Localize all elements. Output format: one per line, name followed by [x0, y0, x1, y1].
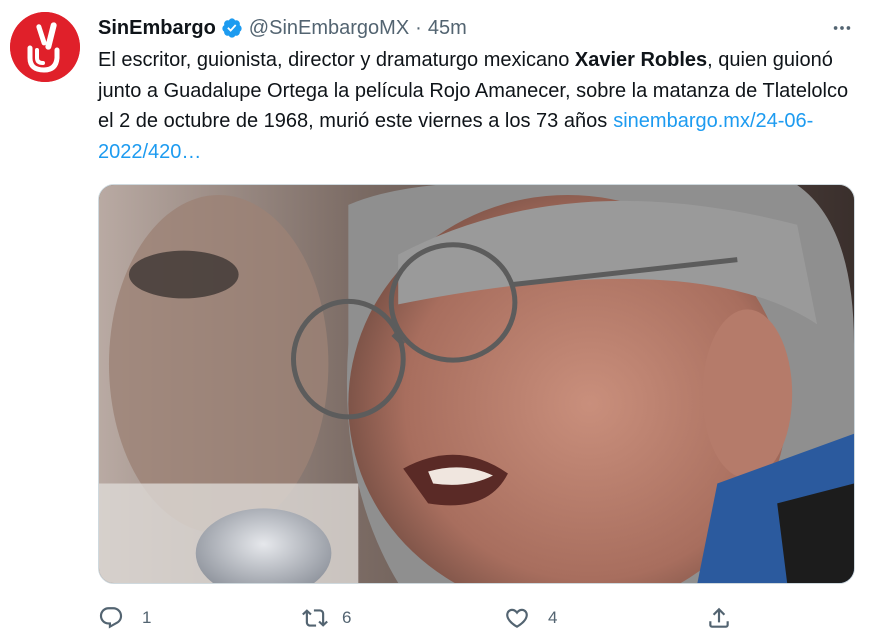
tweet[interactable]: SinEmbargo @SinEmbargoMX · 45m El escrit…: [0, 0, 882, 643]
retweet-icon: [302, 605, 328, 631]
separator-dot: ·: [415, 17, 422, 39]
reply-count: 1: [142, 608, 152, 627]
tweet-header: SinEmbargo @SinEmbargoMX · 45m: [98, 14, 858, 42]
tweet-text-bold-name: Xavier Robles: [574, 49, 708, 71]
timestamp[interactable]: 45m: [428, 16, 467, 40]
retweet-button[interactable]: 6: [302, 600, 351, 636]
like-count: 4: [548, 608, 558, 627]
verified-badge-icon: [221, 17, 243, 39]
heart-icon: [504, 605, 530, 631]
tweet-text-start: El escritor, guionista, director y drama…: [98, 49, 575, 71]
tweet-photo[interactable]: [98, 184, 855, 584]
reply-button[interactable]: 1: [98, 600, 151, 636]
more-dots-icon[interactable]: [826, 14, 858, 42]
sinembargo-logo-icon: [10, 12, 80, 82]
reply-icon: [98, 605, 124, 631]
tweet-text: El escritor, guionista, director y drama…: [98, 45, 868, 167]
like-button[interactable]: 4: [504, 600, 557, 636]
retweet-count: 6: [342, 608, 352, 627]
share-icon: [706, 605, 732, 631]
share-button[interactable]: [706, 600, 732, 636]
avatar[interactable]: [10, 12, 80, 82]
display-name[interactable]: SinEmbargo: [98, 16, 216, 40]
photo-image: [99, 185, 854, 583]
action-bar: 1 6 4: [98, 600, 838, 636]
handle[interactable]: @SinEmbargoMX: [249, 16, 409, 40]
